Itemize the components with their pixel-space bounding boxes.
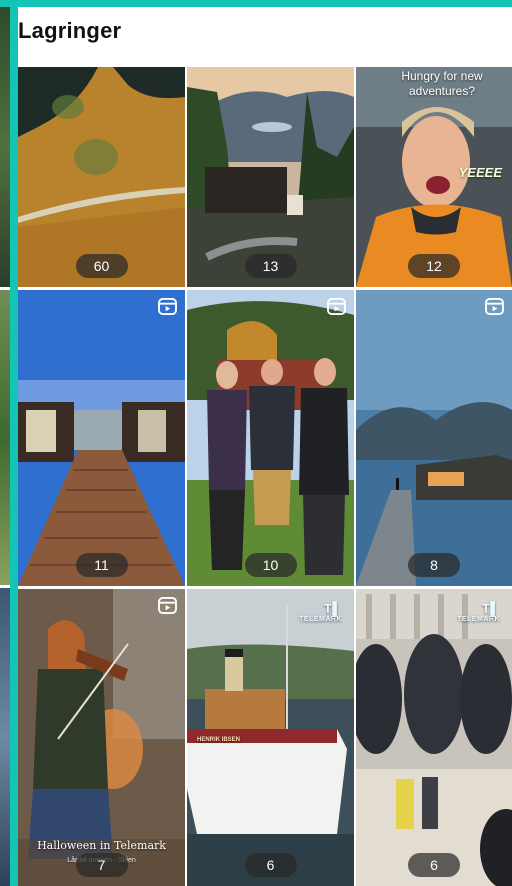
- saved-grid: 60 13 Hungry for new adventures? YEEEE 1…: [18, 67, 512, 886]
- saved-post-tile[interactable]: Hungry for new adventures? YEEEE 12: [356, 67, 512, 287]
- page-title: Lagringer: [18, 18, 122, 43]
- post-thumbnail: [356, 290, 512, 586]
- previous-screen-edge: [0, 0, 18, 886]
- saved-reel-tile[interactable]: 11: [18, 290, 185, 586]
- post-caption: Halloween in Telemark: [37, 839, 166, 852]
- telemark-logo-icon: T▌: [323, 601, 342, 616]
- saved-reel-tile[interactable]: 10: [187, 290, 354, 586]
- brand-watermark: T▌ TELEMARK: [457, 601, 500, 623]
- post-thumbnail: [187, 290, 354, 586]
- view-count: 13: [244, 254, 297, 278]
- view-count: 12: [408, 254, 460, 278]
- saved-reel-tile[interactable]: T▌ TELEMARK HENRIK IBSEN 6: [187, 589, 354, 886]
- reel-icon: [485, 298, 504, 315]
- post-thumbnail: [18, 290, 185, 586]
- view-count: 6: [244, 853, 297, 877]
- telemark-logo-icon: T▌: [481, 601, 500, 616]
- saved-post-tile[interactable]: 13: [187, 67, 354, 287]
- view-count: 10: [244, 553, 297, 577]
- view-count: 7: [75, 853, 128, 877]
- view-count: 11: [75, 553, 128, 577]
- view-count: 60: [75, 254, 128, 278]
- reel-icon: [158, 298, 177, 315]
- saved-reel-tile[interactable]: Halloween in Telemark Lårdal marken · Sk…: [18, 589, 185, 886]
- brand-watermark: T▌ TELEMARK: [299, 601, 342, 623]
- reel-icon: [327, 298, 346, 315]
- top-accent-bar: [0, 0, 512, 7]
- post-caption: Hungry for new adventures?: [401, 69, 483, 98]
- view-count: 8: [408, 553, 460, 577]
- reel-icon: [158, 597, 177, 614]
- saved-reel-tile[interactable]: T▌ TELEMARK 6: [356, 589, 512, 886]
- sticker-text: YEEEE: [458, 165, 502, 180]
- saved-post-tile[interactable]: 60: [18, 67, 185, 287]
- ship-name: HENRIK IBSEN: [197, 737, 241, 743]
- post-thumbnail: [356, 589, 512, 886]
- accent-border: [10, 0, 18, 886]
- saved-reel-tile[interactable]: 8: [356, 290, 512, 586]
- view-count: 6: [408, 853, 460, 877]
